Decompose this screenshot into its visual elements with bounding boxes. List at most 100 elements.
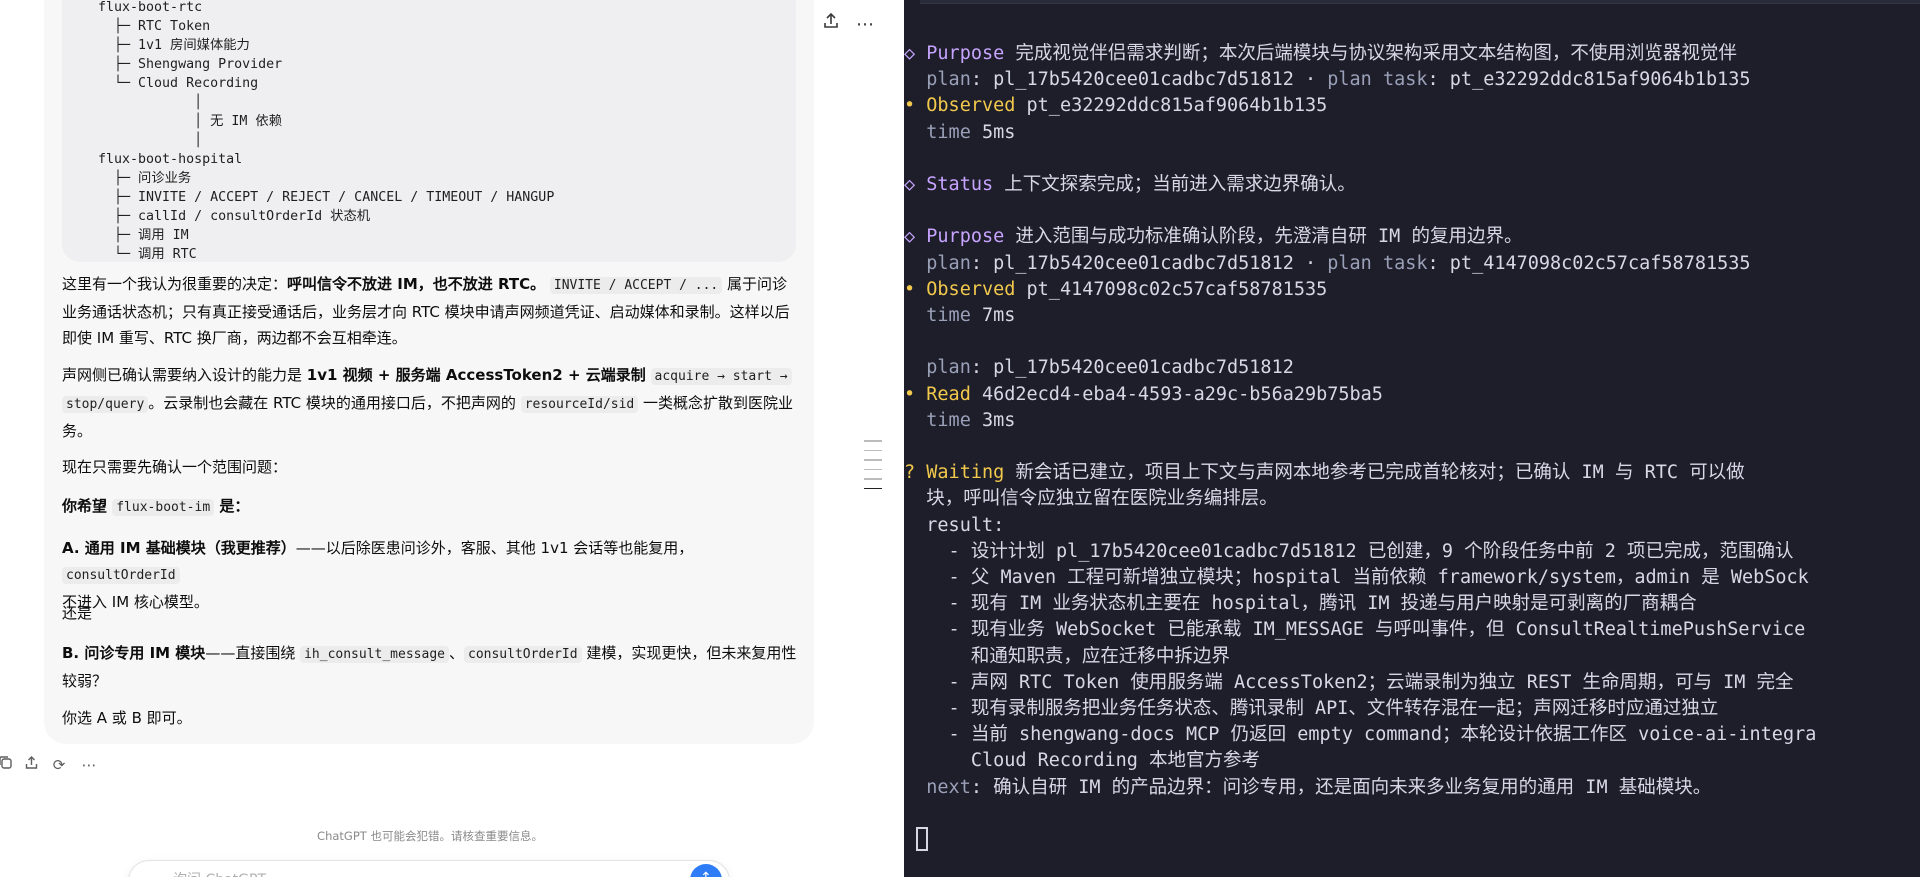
scroll-indicator[interactable]	[864, 440, 882, 497]
scroll-tick	[864, 468, 882, 470]
terminal-text-line: - 设计计划 pl_17b5420cee01cadbc7d51812 已创建，9…	[904, 541, 1794, 562]
terminal-field-key: plan	[926, 357, 971, 378]
terminal-event-marker: ?	[904, 462, 916, 483]
share-icon[interactable]	[818, 12, 844, 38]
terminal-field-key: next	[926, 777, 971, 798]
terminal-event-text: 上下文探索完成；当前进入需求边界确认。	[993, 174, 1356, 195]
code-line: ├─ 1v1 房间媒体能力	[82, 38, 250, 53]
terminal-indent	[904, 122, 926, 143]
terminal-field-line: plan: pl_17b5420cee01cadbc7d51812 · plan…	[904, 251, 1750, 277]
regenerate-icon[interactable]: ⟳	[48, 754, 70, 776]
terminal-event-text: 完成视觉伴侣需求判断；本次后端模块与协议架构采用文本结构图，不使用浏览器视觉伴	[1004, 43, 1737, 64]
terminal-field-line: time 7ms	[904, 303, 1015, 329]
terminal-field-key: plan task	[1327, 253, 1428, 274]
code-line: │ 无 IM 依赖	[82, 114, 282, 129]
more-icon[interactable]: ⋯	[852, 12, 878, 38]
disclaimer: ChatGPT 也可能会犯错。请核查重要信息。	[317, 829, 543, 843]
option-b-code1: ih_consult_message	[300, 646, 449, 663]
terminal-field-key: time	[926, 122, 971, 143]
composer-input[interactable]: 询问 ChatGPT	[173, 869, 266, 877]
terminal-event-line: ◇ Status 上下文探索完成；当前进入需求边界确认。	[904, 172, 1356, 198]
p1-line2: 业务通话状态机；只有真正接受通话后，业务层才向 RTC 模块申请声网频道凭证、启…	[62, 303, 790, 321]
terminal-event-key: Observed	[926, 279, 1016, 300]
terminal-event-text: 进入范围与成功标准确认阶段，先澄清自研 IM 的复用边界。	[1004, 226, 1523, 247]
terminal-event-marker: ◇	[904, 174, 916, 195]
code-line: ├─ Shengwang Provider	[82, 57, 283, 72]
terminal-pane[interactable]: ◇ Purpose 完成视觉伴侣需求判断；本次后端模块与协议架构采用文本结构图，…	[904, 0, 1920, 877]
terminal-event-text: pt_4147098c02c57caf58781535	[1015, 279, 1328, 300]
option-b-tail: 建模，实现更快，但未来复用性	[581, 644, 797, 662]
terminal-field-value: 5ms	[970, 122, 1016, 143]
code-line: ├─ RTC Token	[82, 19, 211, 34]
terminal-event-key: Purpose	[926, 226, 1005, 247]
copy-icon[interactable]	[0, 754, 16, 776]
terminal-field-line: time 5ms	[904, 120, 1015, 146]
p4-code: flux-boot-im	[112, 499, 215, 516]
terminal-field-value: : pt_e32292ddc815af9064b1b135	[1427, 69, 1751, 90]
scope-question: 现在只需要先确认一个范围问题：	[62, 458, 288, 476]
share-icon[interactable]	[20, 754, 42, 776]
option-b: B. 问诊专用 IM 模块——直接围绕 ih_consult_message、 c…	[62, 640, 798, 694]
terminal-field-line: plan: pl_17b5420cee01cadbc7d51812 · plan…	[904, 67, 1751, 93]
scroll-tick	[864, 478, 882, 480]
option-a-code: consultOrderId	[62, 567, 180, 584]
p2-mid: 。云录制也会藏在 RTC 模块的通用接口后，不把声网的	[148, 394, 521, 412]
terminal-field-value: 7ms	[970, 305, 1016, 326]
terminal-field-line: plan: pl_17b5420cee01cadbc7d51812	[904, 355, 1294, 381]
terminal-event-line: ◇ Purpose 完成视觉伴侣需求判断；本次后端模块与协议架构采用文本结构图，…	[904, 41, 1737, 67]
option-b-code2: consultOrderId	[464, 646, 582, 663]
terminal-field-key: plan	[926, 253, 971, 274]
terminal-event-line: ? Waiting 新会话已建立，项目上下文与声网本地参考已完成首轮核对；已确认…	[904, 460, 1745, 486]
code-line: flux-boot-hospital	[82, 152, 243, 167]
terminal-field-value: : pl_17b5420cee01cadbc7d51812 ·	[970, 69, 1328, 90]
terminal-event-line: • Observed pt_e32292ddc815af9064b1b135	[904, 93, 1327, 119]
terminal-event-marker: ◇	[904, 43, 916, 64]
terminal-text-line: - 声网 RTC Token 使用服务端 AccessToken2；云端录制为独…	[904, 672, 1794, 693]
option-b-text: ——直接围绕	[205, 644, 301, 662]
terminal-indent	[904, 305, 926, 326]
terminal-text-line: 块，呼叫信令应独立留在医院业务编排层。	[904, 488, 1278, 509]
closing-text: 你选 A 或 B 即可。	[62, 709, 192, 727]
scroll-tick-active	[864, 487, 882, 489]
option-b-sep: 、	[448, 644, 464, 662]
im-question: 你希望 flux-boot-im 是：	[62, 493, 798, 521]
terminal-field-key: time	[926, 410, 971, 431]
terminal-field-key: plan	[926, 69, 971, 90]
terminal-event-key: Purpose	[926, 43, 1005, 64]
code-line: ├─ INVITE / ACCEPT / REJECT / CANCEL / T…	[82, 190, 555, 205]
scroll-tick	[864, 459, 882, 461]
more-icon[interactable]: ⋯	[78, 754, 100, 776]
p1-pre: 这里有一个我认为很重要的决定：	[62, 275, 288, 293]
option-b-title: B. 问诊专用 IM 模块	[62, 644, 206, 662]
terminal-event-text: 46d2ecd4-eba4-4593-a29c-b56a29b75ba5	[970, 384, 1383, 405]
p2-code2: resourceId/sid	[520, 396, 639, 413]
p1-code: INVITE / ACCEPT / ...	[549, 277, 723, 294]
composer[interactable]: 询问 ChatGPT	[128, 860, 730, 877]
p4-post: 是：	[214, 497, 250, 515]
p2-bold: 1v1 视频 + 服务端 AccessToken2 + 云端录制	[306, 366, 646, 384]
code-line: flux-boot-rtc	[82, 0, 203, 15]
p1-line3: 即使 IM 重写、RTC 换厂商，两边都不会互相牵连。	[62, 329, 407, 347]
code-line: ├─ callId / consultOrderId 状态机	[82, 209, 371, 224]
terminal-event-marker: •	[904, 95, 916, 116]
terminal-indent	[904, 777, 926, 798]
terminal-top-border	[920, 0, 1920, 4]
option-a-title: A. 通用 IM 基础模块（我更推荐）	[62, 539, 296, 557]
terminal-indent	[904, 253, 926, 274]
terminal-text-line: - 现有业务 WebSocket 已能承载 IM_MESSAGE 与呼叫事件，但…	[904, 619, 1806, 640]
scroll-tick	[864, 449, 882, 451]
p2-code1b: stop/query	[62, 396, 149, 413]
send-icon: ↑	[700, 870, 712, 877]
code-line: └─ 调用 RTC	[82, 247, 197, 262]
code-line: │	[82, 133, 203, 148]
terminal-field-key: plan task	[1327, 69, 1428, 90]
terminal-cursor[interactable]	[916, 827, 928, 851]
terminal-field-value: : 确认自研 IM 的产品边界：问诊专用，还是面向未来多业务复用的通用 IM 基…	[970, 777, 1712, 798]
terminal-indent	[904, 410, 926, 431]
terminal-text-line: result:	[904, 515, 1005, 536]
terminal-event-text: 新会话已建立，项目上下文与声网本地参考已完成首轮核对；已确认 IM 与 RTC …	[1004, 462, 1745, 483]
terminal-text-line: - 父 Maven 工程可新增独立模块；hospital 当前依赖 framew…	[904, 567, 1809, 588]
terminal-text-line: Cloud Recording 本地官方参考	[904, 750, 1261, 771]
terminal-event-marker: •	[904, 279, 916, 300]
terminal-event-key: Observed	[926, 95, 1016, 116]
